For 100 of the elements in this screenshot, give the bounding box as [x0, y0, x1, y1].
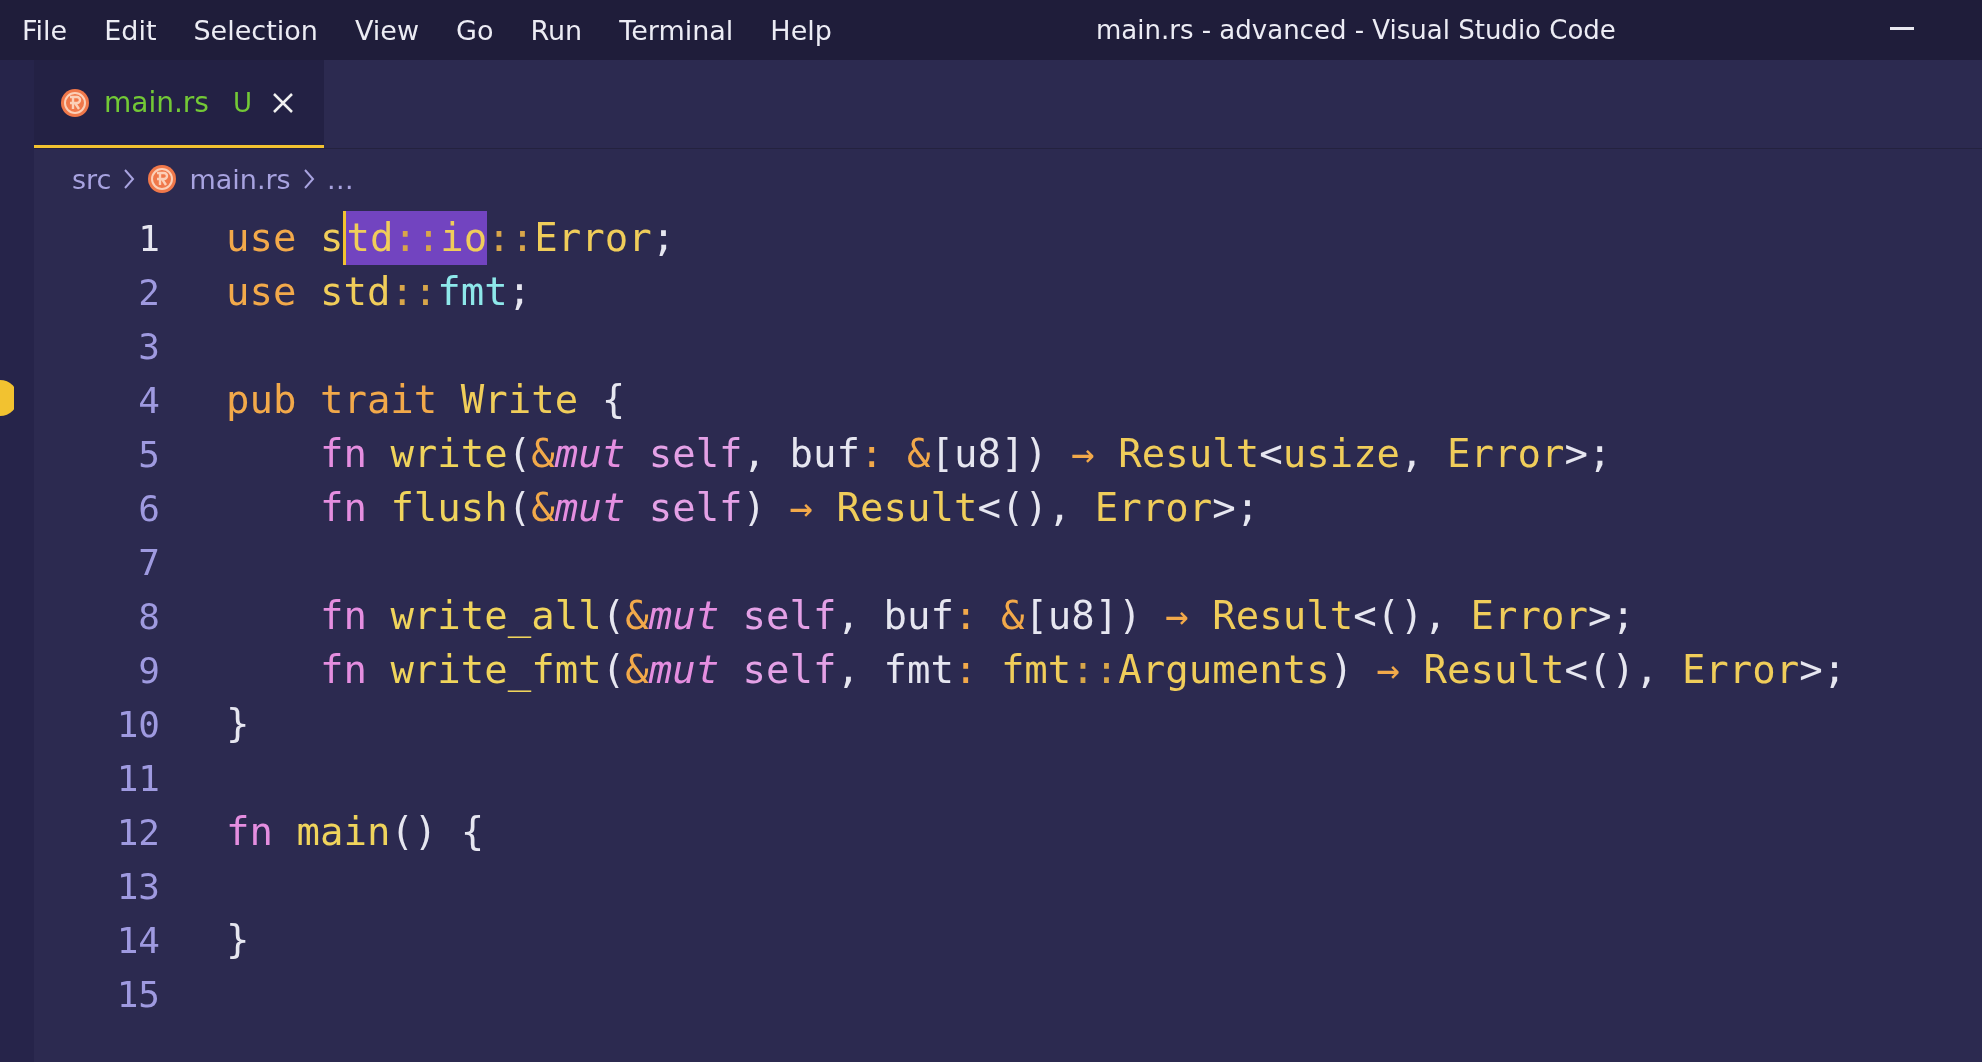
editor-tab[interactable]: main.rs U: [34, 60, 324, 148]
line-number: 14: [115, 919, 160, 961]
code-token: , buf: [836, 592, 954, 640]
code-token: mut: [554, 430, 627, 478]
code-token: flush: [390, 484, 508, 532]
line-number: 11: [115, 757, 160, 799]
line-number: 2: [137, 271, 160, 313]
minimize-icon[interactable]: [1890, 27, 1914, 31]
code-token: Error: [1470, 592, 1588, 640]
code-token: td: [343, 211, 394, 265]
code-token: fn: [226, 808, 274, 856]
code-token: fn: [318, 646, 368, 694]
code-token: <(),: [977, 484, 1073, 532]
code-token: std: [319, 268, 391, 316]
breadcrumb-item[interactable]: …: [326, 163, 354, 195]
line-number: 8: [137, 595, 160, 637]
line-number: 9: [137, 649, 160, 691]
code-token: fn: [318, 430, 368, 478]
menu-item[interactable]: Help: [770, 14, 832, 46]
code-token: ;: [507, 268, 532, 316]
code-token: write_all: [390, 592, 602, 640]
code-token: ::: [1071, 646, 1119, 694]
code-token: ::: [393, 211, 441, 265]
rust-file-icon: [60, 87, 90, 118]
code-token: >;: [1212, 484, 1260, 532]
code-token: Error: [534, 214, 652, 262]
code-token: () {: [390, 808, 485, 856]
code-token: self: [648, 430, 743, 478]
code-token: →: [1165, 592, 1190, 640]
code-token: &: [906, 430, 931, 478]
code-token: (: [507, 484, 532, 532]
code-token: fmt: [437, 268, 508, 316]
code-token: use: [226, 214, 298, 262]
code-token: {: [600, 376, 626, 424]
close-icon[interactable]: [272, 91, 294, 114]
code-token: >;: [1587, 592, 1635, 640]
code-token: write_fmt: [390, 646, 602, 694]
line-number: 5: [137, 433, 160, 475]
line-number: 7: [137, 541, 160, 583]
line-number: 3: [137, 325, 160, 367]
code-token: Result: [1212, 592, 1354, 640]
code-token: ::: [487, 214, 535, 262]
code-token: }: [226, 916, 250, 964]
code-token: Result: [1423, 646, 1565, 694]
breadcrumb-item[interactable]: src: [72, 163, 112, 195]
code-token: Error: [1094, 484, 1213, 532]
code-token: <(),: [1353, 592, 1449, 640]
code-token: ::: [390, 268, 438, 316]
code-token: &: [625, 646, 649, 694]
line-number: 15: [115, 973, 160, 1015]
notification-badge-icon: [0, 380, 14, 416]
code-token: :: [953, 592, 979, 640]
code-token: self: [648, 484, 743, 532]
code-token: <: [1259, 430, 1283, 478]
code-token: <(),: [1564, 646, 1660, 694]
code-token: :: [953, 646, 979, 694]
code-token: ;: [651, 214, 676, 262]
breadcrumb-item[interactable]: main.rs: [189, 163, 291, 195]
chevron-right-icon: [302, 168, 315, 190]
menu-item[interactable]: View: [354, 14, 419, 46]
code-token: Error: [1447, 430, 1565, 478]
code-token: →: [1071, 430, 1096, 478]
menu-item[interactable]: Edit: [104, 14, 157, 46]
line-number: 4: [137, 379, 160, 421]
code-token: mut: [648, 592, 721, 640]
code-token: ): [742, 484, 768, 532]
code-token: Arguments: [1118, 646, 1330, 694]
code-token: fn: [318, 484, 368, 532]
line-number: 12: [115, 811, 160, 853]
code-token: [u8]): [1024, 592, 1143, 640]
line-number: 10: [115, 703, 160, 745]
code-token: [u8]): [930, 430, 1049, 478]
menu-item[interactable]: File: [22, 14, 68, 46]
menu-item[interactable]: Selection: [193, 14, 318, 46]
code-token: usize: [1282, 430, 1401, 478]
code-token: use: [226, 268, 298, 316]
code-token: Result: [836, 484, 978, 532]
code-token: io: [440, 211, 488, 265]
code-token: &: [625, 592, 649, 640]
code-token: :: [860, 430, 885, 478]
code-token: self: [742, 592, 837, 640]
code-token: &: [531, 430, 555, 478]
code-token: fn: [318, 592, 368, 640]
code-token: &: [531, 484, 555, 532]
code-token: (: [601, 646, 626, 694]
code-token: mut: [554, 484, 627, 532]
code-token: , buf: [742, 430, 860, 478]
code-token: >;: [1799, 646, 1847, 694]
code-token: (: [601, 592, 626, 640]
code-token: >;: [1564, 430, 1612, 478]
code-token: s: [319, 214, 344, 262]
chevron-right-icon: [123, 168, 136, 190]
menu-item[interactable]: Run: [530, 14, 583, 46]
code-token: Error: [1681, 646, 1800, 694]
menu-item[interactable]: Go: [456, 14, 494, 46]
code-token: Result: [1118, 430, 1260, 478]
menu-item[interactable]: Terminal: [619, 14, 734, 46]
code-token: →: [789, 484, 815, 532]
code-token: main: [296, 808, 391, 856]
code-token: pub trait: [226, 376, 439, 424]
